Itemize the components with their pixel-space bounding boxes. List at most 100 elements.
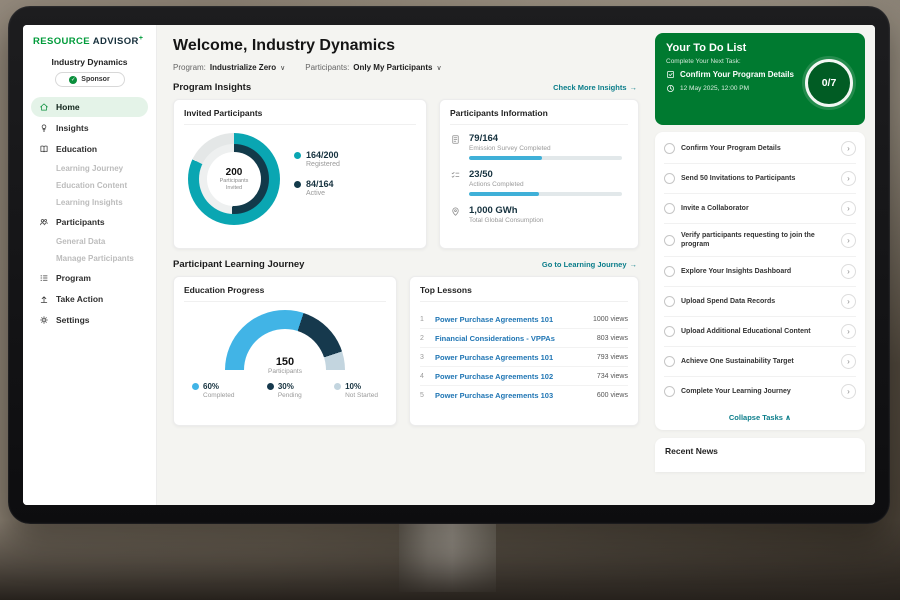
top-lessons-card: Top Lessons 1 Power Purchase Agreements … bbox=[409, 276, 639, 426]
checklist-icon bbox=[450, 170, 461, 181]
metric-label: Total Global Consumption bbox=[469, 217, 628, 224]
lesson-link[interactable]: Financial Considerations - VPPAs bbox=[435, 334, 590, 343]
sidebar-item-program[interactable]: Program bbox=[31, 268, 148, 288]
lesson-link[interactable]: Power Purchase Agreements 102 bbox=[435, 372, 590, 381]
chevron-down-icon: ∨ bbox=[436, 64, 441, 72]
go-to-learning-journey-link[interactable]: Go to Learning Journey→ bbox=[542, 260, 637, 269]
sidebar-item-label: Settings bbox=[56, 315, 90, 325]
chevron-right-icon[interactable]: › bbox=[841, 354, 856, 369]
sidebar-item-label: Insights bbox=[56, 123, 89, 133]
bulb-icon bbox=[39, 123, 49, 133]
program-filter[interactable]: Program: Industrialize Zero ∨ bbox=[173, 63, 285, 72]
task-checkbox[interactable] bbox=[664, 326, 675, 337]
program-insights-header: Program Insights Check More Insights→ bbox=[173, 82, 637, 93]
arrow-right-icon: → bbox=[630, 260, 638, 269]
sidebar-item-education-content[interactable]: Education Content bbox=[31, 177, 148, 194]
sidebar-item-home[interactable]: Home bbox=[31, 97, 148, 117]
task-row[interactable]: Explore Your Insights Dashboard › bbox=[664, 257, 856, 287]
legend-dot bbox=[267, 383, 274, 390]
progress-bar bbox=[469, 192, 622, 196]
sidebar-item-manage-participants[interactable]: Manage Participants bbox=[31, 250, 148, 267]
task-list-card: Confirm Your Program Details › Send 50 I… bbox=[655, 132, 865, 430]
chevron-right-icon[interactable]: › bbox=[841, 233, 856, 248]
lesson-link[interactable]: Power Purchase Agreements 101 bbox=[435, 353, 590, 362]
lesson-link[interactable]: Power Purchase Agreements 103 bbox=[435, 391, 590, 400]
legend-dot bbox=[334, 383, 341, 390]
home-icon bbox=[39, 102, 49, 112]
task-checkbox[interactable] bbox=[664, 235, 675, 246]
sidebar-item-education[interactable]: Education bbox=[31, 139, 148, 159]
app-logo: RESOURCE ADVISOR+ bbox=[31, 35, 148, 47]
task-row[interactable]: Upload Additional Educational Content › bbox=[664, 317, 856, 347]
chevron-right-icon[interactable]: › bbox=[841, 324, 856, 339]
gauge-value: 150 bbox=[225, 356, 345, 368]
learning-journey-cards: Education Progress 150 Participants 60% … bbox=[173, 276, 639, 426]
sidebar-item-learning-insights[interactable]: Learning Insights bbox=[31, 194, 148, 211]
task-checkbox[interactable] bbox=[664, 143, 675, 154]
legend-not-started: 10% Not Started bbox=[334, 382, 378, 399]
next-task[interactable]: Confirm Your Program Details bbox=[666, 70, 806, 79]
task-checkbox[interactable] bbox=[664, 203, 675, 214]
chevron-right-icon[interactable]: › bbox=[841, 264, 856, 279]
monitor-bezel: RESOURCE ADVISOR+ Industry Dynamics ✓ Sp… bbox=[8, 6, 890, 524]
sidebar-item-learning-journey[interactable]: Learning Journey bbox=[31, 160, 148, 177]
program-filter-label: Program: bbox=[173, 63, 206, 72]
recent-news-header[interactable]: Recent News bbox=[655, 438, 865, 472]
invited-donut-chart: 200 Participants Invited bbox=[188, 133, 280, 225]
lesson-row: 5 Power Purchase Agreements 103 600 view… bbox=[420, 386, 628, 404]
sidebar-item-take-action[interactable]: Take Action bbox=[31, 289, 148, 309]
emission-survey-row: 79/164 Emission Survey Completed bbox=[450, 133, 628, 160]
chevron-right-icon[interactable]: › bbox=[841, 294, 856, 309]
lesson-link[interactable]: Power Purchase Agreements 101 bbox=[435, 315, 586, 324]
sidebar-nav: Home Insights Education Learning Journey… bbox=[31, 97, 148, 330]
legend-dot bbox=[294, 181, 301, 188]
check-more-insights-link[interactable]: Check More Insights→ bbox=[553, 83, 637, 92]
chevron-right-icon[interactable]: › bbox=[841, 141, 856, 156]
collapse-tasks-link[interactable]: Collapse Tasks ∧ bbox=[664, 406, 856, 426]
task-checkbox[interactable] bbox=[664, 296, 675, 307]
task-checkbox[interactable] bbox=[664, 266, 675, 277]
legend-active: 84/164 Active bbox=[294, 179, 340, 197]
sidebar-item-participants[interactable]: Participants bbox=[31, 212, 148, 232]
chevron-right-icon[interactable]: › bbox=[841, 384, 856, 399]
lesson-views: 600 views bbox=[597, 392, 628, 399]
sidebar-item-label: Education bbox=[56, 144, 97, 154]
sidebar-item-label: Participants bbox=[56, 217, 105, 227]
action-icon bbox=[39, 294, 49, 304]
participants-filter-label: Participants: bbox=[305, 63, 349, 72]
sidebar-item-insights[interactable]: Insights bbox=[31, 118, 148, 138]
task-checkbox[interactable] bbox=[664, 386, 675, 397]
sponsor-badge[interactable]: ✓ Sponsor bbox=[55, 72, 125, 87]
task-checkbox[interactable] bbox=[664, 173, 675, 184]
gear-icon bbox=[39, 315, 49, 325]
legend-dot bbox=[192, 383, 199, 390]
logo-resource: RESOURCE bbox=[33, 36, 90, 47]
task-row[interactable]: Complete Your Learning Journey › bbox=[664, 377, 856, 406]
donut-value: 200 bbox=[226, 167, 243, 178]
metric-label: Emission Survey Completed bbox=[469, 145, 628, 152]
todo-title: Your To Do List bbox=[666, 42, 854, 54]
task-row[interactable]: Confirm Your Program Details › bbox=[664, 134, 856, 164]
legend-dot bbox=[294, 152, 301, 159]
participants-filter-value: Only My Participants bbox=[353, 63, 432, 72]
participants-filter[interactable]: Participants: Only My Participants ∨ bbox=[305, 63, 441, 72]
task-row[interactable]: Upload Spend Data Records › bbox=[664, 287, 856, 317]
page-title: Welcome, Industry Dynamics bbox=[173, 37, 639, 55]
sidebar-item-label: Take Action bbox=[56, 294, 103, 304]
invited-participants-card: Invited Participants 200 Participants In… bbox=[173, 99, 427, 249]
task-row[interactable]: Verify participants requesting to join t… bbox=[664, 224, 856, 257]
sidebar-item-label: Program bbox=[56, 273, 91, 283]
clock-icon bbox=[666, 84, 675, 93]
task-row[interactable]: Invite a Collaborator › bbox=[664, 194, 856, 224]
sidebar-item-general-data[interactable]: General Data bbox=[31, 233, 148, 250]
task-checkbox[interactable] bbox=[664, 356, 675, 367]
lesson-row: 4 Power Purchase Agreements 102 734 view… bbox=[420, 367, 628, 386]
chevron-right-icon[interactable]: › bbox=[841, 171, 856, 186]
metric-value: 79/164 bbox=[469, 133, 628, 144]
task-row[interactable]: Send 50 Invitations to Participants › bbox=[664, 164, 856, 194]
lesson-views: 793 views bbox=[597, 354, 628, 361]
logo-plus: + bbox=[139, 35, 144, 42]
task-row[interactable]: Achieve One Sustainability Target › bbox=[664, 347, 856, 377]
sidebar-item-settings[interactable]: Settings bbox=[31, 310, 148, 330]
chevron-right-icon[interactable]: › bbox=[841, 201, 856, 216]
